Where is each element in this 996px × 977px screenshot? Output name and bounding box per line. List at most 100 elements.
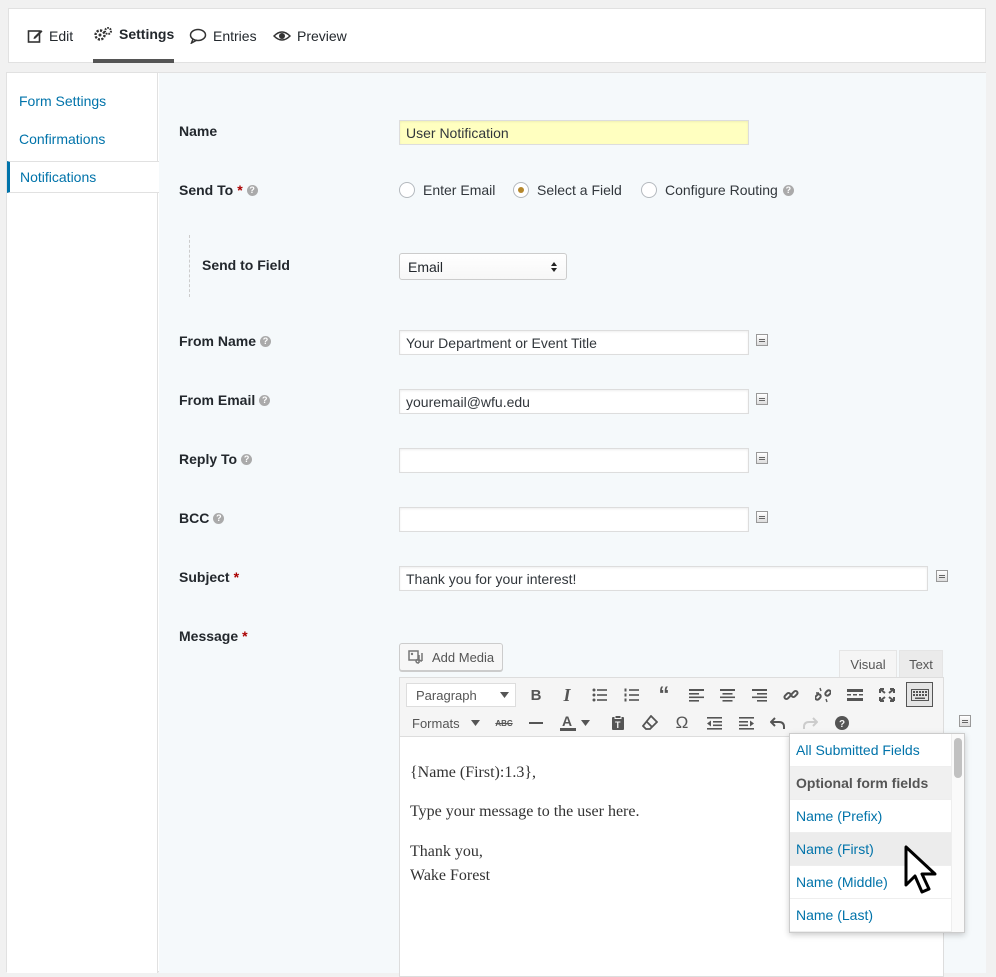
merge-tag-icon[interactable] [756,452,768,464]
merge-tag-icon[interactable] [756,511,768,523]
italic-icon[interactable]: I [555,683,579,707]
dropdown-scrollbar-thumb[interactable] [954,738,962,778]
radio-enter-email[interactable]: Enter Email [399,182,495,198]
edit-icon [27,30,43,43]
paragraph-format-select[interactable]: Paragraph [406,683,516,707]
svg-text:?: ? [839,719,845,730]
required-marker: * [237,182,243,198]
send-to-label: Send To * ? [179,182,258,198]
from-email-label: From Email ? [179,392,271,408]
bcc-field[interactable] [399,507,749,532]
send-to-field-select[interactable]: Email [399,253,567,280]
radio-configure-routing[interactable]: Configure Routing ? [641,182,794,198]
radio-select-a-field[interactable]: Select a Field [513,182,622,198]
align-center-icon[interactable] [715,683,739,707]
tab-preview[interactable]: Preview [273,9,347,63]
bold-icon[interactable]: B [524,683,548,707]
name-field[interactable]: User Notification [399,120,749,145]
clear-formatting-icon[interactable] [638,711,662,735]
chevron-down-icon[interactable] [578,711,592,735]
chevron-down-icon [471,720,480,726]
bcc-label: BCC ? [179,510,225,526]
unlink-icon[interactable] [811,683,835,707]
toolbar-row-1: Paragraph B I “ [400,681,943,710]
dropdown-item-name-prefix[interactable]: Name (Prefix) [790,800,952,833]
link-icon[interactable] [779,683,803,707]
name-label: Name [179,123,218,139]
formats-menu[interactable]: Formats [406,711,486,735]
sidebar-item-notifications[interactable]: Notifications [7,161,159,193]
tab-visual[interactable]: Visual [839,650,897,678]
help-icon[interactable]: ? [830,711,854,735]
subject-field[interactable]: Thank you for your interest! [399,566,928,591]
indent-icon[interactable] [734,711,758,735]
strikethrough-icon[interactable]: ABC [492,711,516,735]
svg-text:T: T [615,720,621,730]
reply-to-field[interactable] [399,448,749,473]
toolbar-toggle-icon[interactable] [906,682,933,707]
comment-icon [189,28,207,44]
gears-icon [94,27,112,41]
horizontal-line-icon[interactable] [524,711,548,735]
merge-tag-icon[interactable] [936,570,948,582]
from-email-field[interactable]: youremail@wfu.edu [399,389,749,414]
dropdown-item-all-submitted-fields[interactable]: All Submitted Fields [790,734,952,767]
align-right-icon[interactable] [747,683,771,707]
undo-icon[interactable] [766,711,790,735]
subject-label: Subject * [179,569,240,585]
help-icon[interactable]: ? [213,512,225,524]
help-icon[interactable]: ? [260,335,272,347]
sidebar-item-label: Notifications [20,169,97,185]
message-label: Message * [179,628,248,644]
outdent-icon[interactable] [702,711,726,735]
tab-entries[interactable]: Entries [189,9,257,63]
merge-tag-icon[interactable] [756,393,768,405]
special-character-icon[interactable]: Ω [670,711,694,735]
select-arrows-icon [551,261,557,272]
read-more-icon[interactable] [843,683,867,707]
blockquote-icon[interactable]: “ [652,682,676,707]
tab-edit[interactable]: Edit [27,9,73,63]
editor-line: Thank you, [410,843,483,860]
tab-text[interactable]: Text [899,650,943,678]
settings-sidebar: Form Settings Confirmations Notification… [7,73,159,973]
dropdown-item-name-last[interactable]: Name (Last) [790,899,952,932]
merge-tag-icon[interactable] [756,334,768,346]
send-to-field-label: Send to Field [202,257,290,273]
editor-toolbar: Paragraph B I “ Formats ABC A T Ω ? [400,678,943,737]
radio-button[interactable] [513,182,529,198]
from-name-label: From Name ? [179,333,272,349]
radio-button[interactable] [399,182,415,198]
sidebar-item-confirmations[interactable]: Confirmations [7,123,158,155]
tab-settings[interactable]: Settings [93,9,175,63]
paste-text-icon[interactable]: T [606,711,630,735]
sidebar-item-label: Confirmations [19,131,106,147]
help-icon[interactable]: ? [259,394,271,406]
required-marker: * [242,628,248,644]
merge-tag-icon[interactable] [959,715,971,727]
subfield-divider [189,235,190,297]
help-icon[interactable]: ? [782,184,794,196]
fullscreen-icon[interactable] [875,683,899,707]
editor-line: {Name (First):1.3}, [410,764,537,781]
dropdown-scrollbar-track[interactable] [951,734,964,932]
align-left-icon[interactable] [684,683,708,707]
help-icon[interactable]: ? [241,453,253,465]
top-tab-bar: Edit Settings Entries Preview [8,8,986,63]
redo-icon[interactable] [798,711,822,735]
sidebar-item-label: Form Settings [19,93,107,109]
reply-to-label: Reply To ? [179,451,253,467]
from-name-field[interactable]: Your Department or Event Title [399,330,749,355]
required-marker: * [233,569,240,585]
eye-icon [273,31,291,41]
editor-line: Wake Forest [410,867,491,884]
radio-button[interactable] [641,182,657,198]
sidebar-item-form-settings[interactable]: Form Settings [7,85,158,117]
numbered-list-icon[interactable] [620,683,644,707]
bullet-list-icon[interactable] [588,683,612,707]
add-media-button[interactable]: Add Media [399,643,504,671]
dropdown-group-optional-form-fields: Optional form fields [790,767,952,800]
help-icon[interactable]: ? [246,184,258,196]
text-color-icon[interactable]: A [556,711,580,735]
merge-tag-dropdown: All Submitted Fields Optional form field… [789,733,965,933]
